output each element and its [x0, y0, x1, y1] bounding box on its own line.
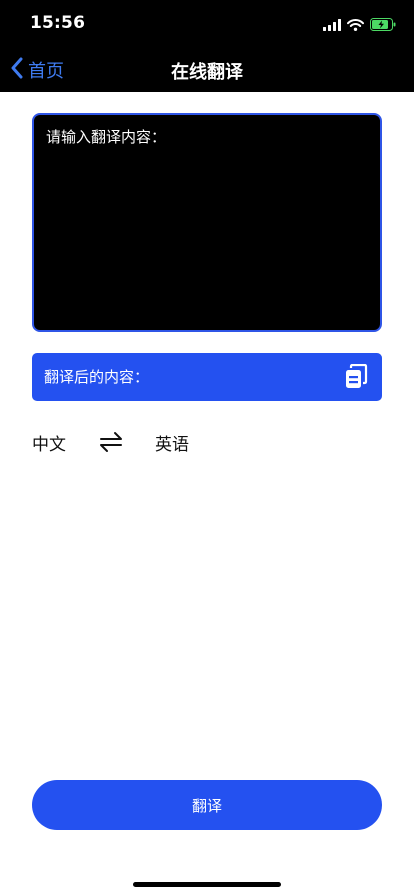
signal-icon — [323, 16, 341, 35]
translate-button[interactable]: 翻译 — [32, 780, 382, 830]
copy-icon[interactable] — [344, 363, 368, 390]
result-label: 翻译后的内容： — [44, 368, 150, 386]
battery-charging-icon — [370, 16, 396, 35]
target-language[interactable]: 英语 — [155, 430, 189, 455]
translate-input[interactable] — [32, 113, 382, 332]
status-bar: 15:56 — [0, 0, 414, 48]
wifi-icon — [347, 16, 364, 35]
page-title: 在线翻译 — [171, 62, 243, 83]
result-bar: 翻译后的内容： — [32, 353, 382, 401]
nav-bar: 首页 在线翻译 — [0, 48, 414, 92]
language-selector: 中文 英语 — [32, 428, 382, 456]
source-language[interactable]: 中文 — [32, 430, 66, 455]
status-time: 15:56 — [30, 13, 86, 33]
status-icons — [323, 16, 396, 35]
swap-arrows-icon[interactable] — [99, 430, 123, 454]
home-indicator — [133, 882, 281, 887]
